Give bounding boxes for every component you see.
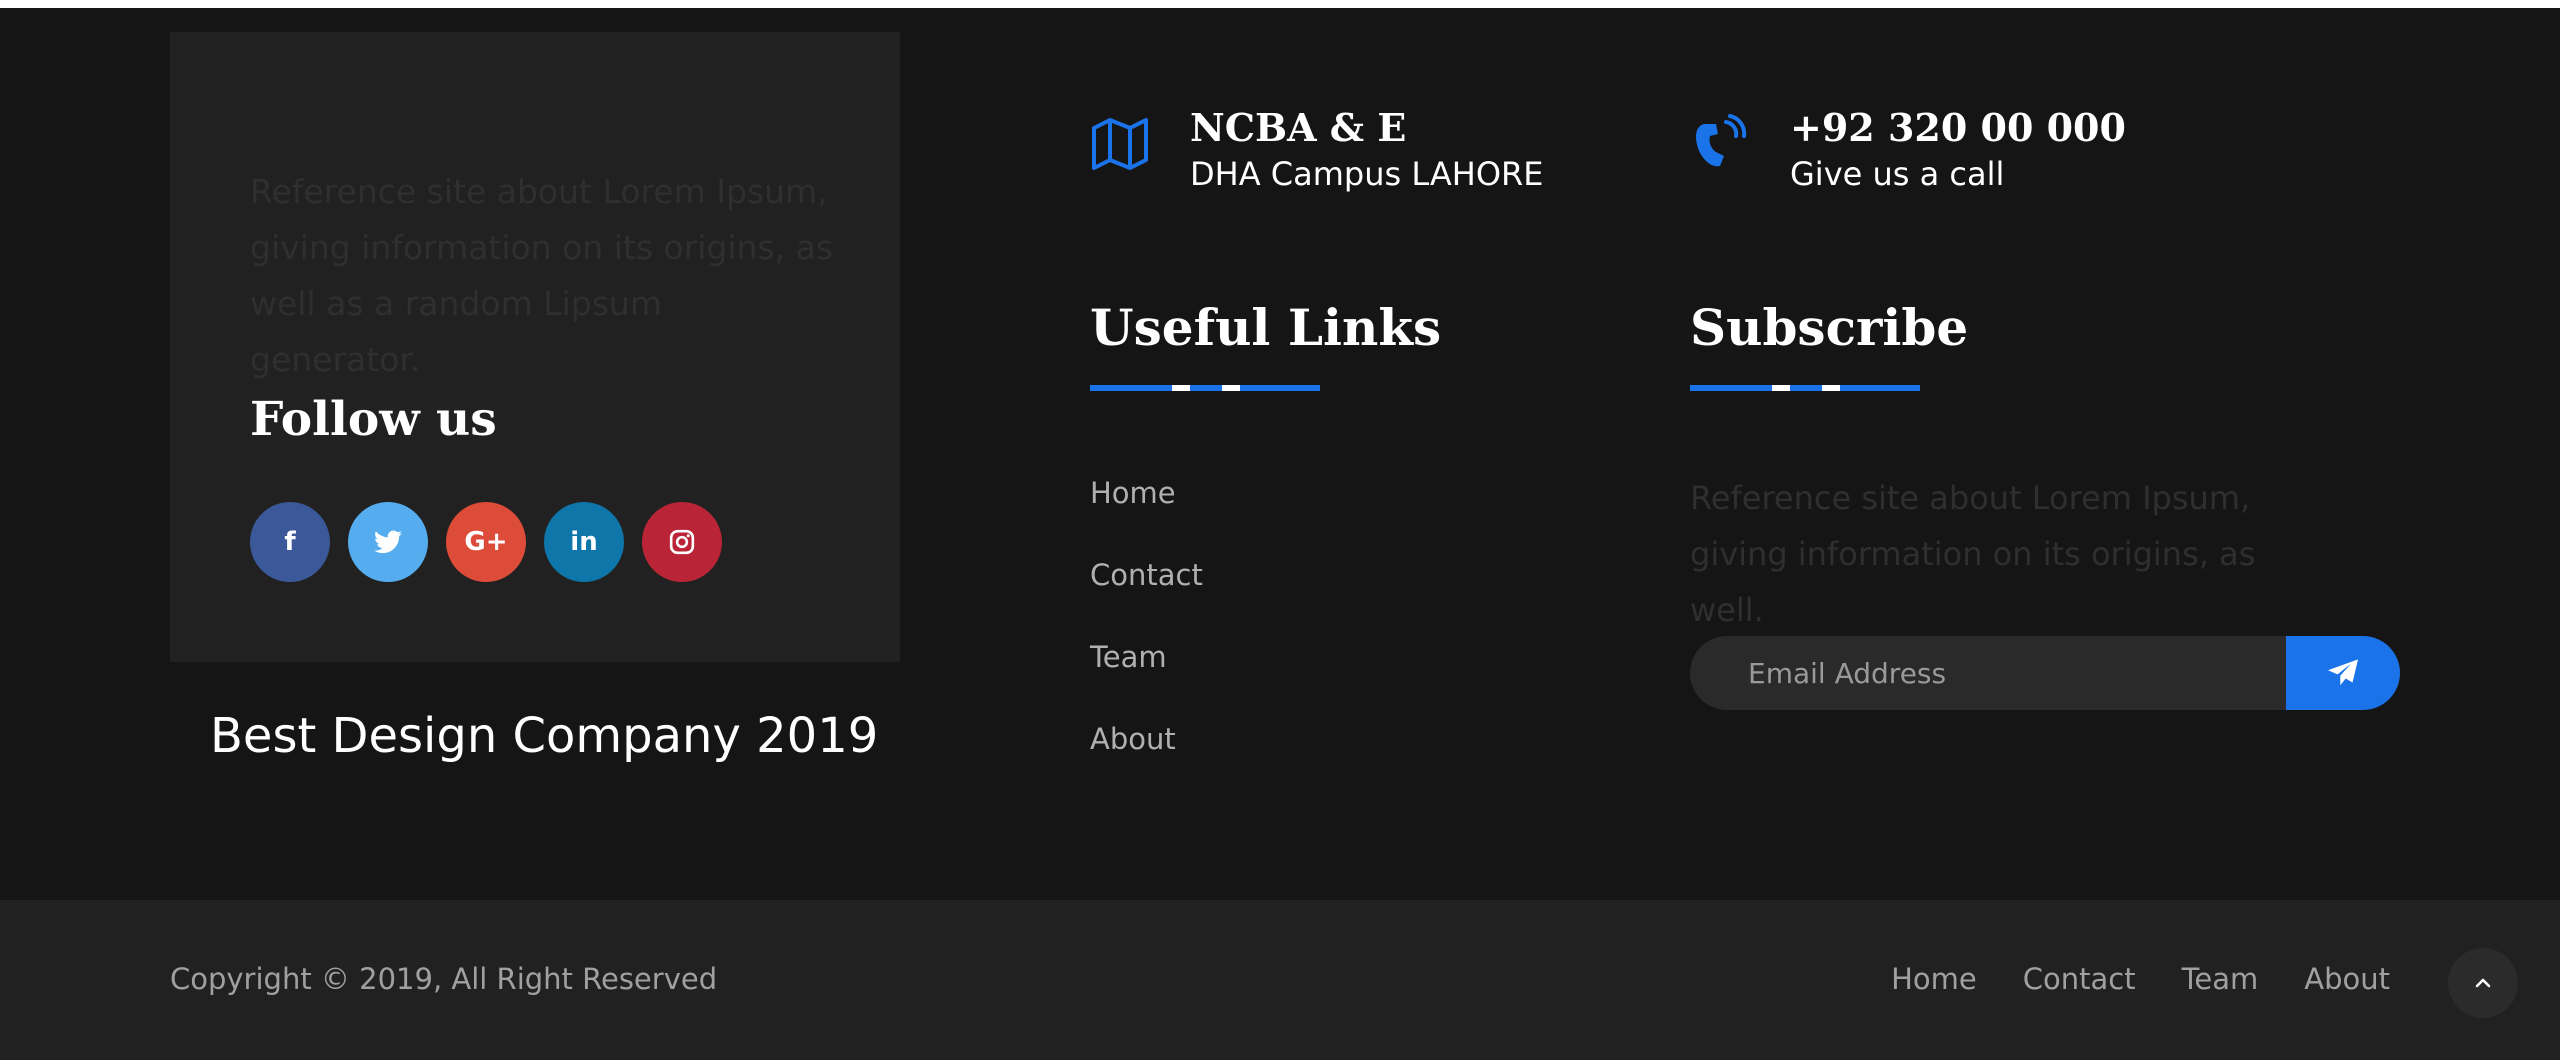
follow-title: Follow us	[250, 392, 497, 447]
map-icon	[1092, 118, 1148, 170]
subscribe-underline	[1690, 385, 1920, 391]
phone-icon	[1696, 114, 1747, 167]
phone-sub: Give us a call	[1790, 155, 2005, 193]
top-border	[0, 0, 2560, 8]
facebook-button[interactable]: f	[250, 502, 330, 582]
about-panel: Reference site about Lorem Ipsum, giving…	[170, 32, 900, 662]
twitter-icon	[374, 530, 402, 554]
bottom-link-contact[interactable]: Contact	[2023, 962, 2136, 996]
address-title: NCBA & E	[1190, 105, 1407, 150]
copyright-text: Copyright © 2019, All Right Reserved	[170, 962, 718, 996]
about-text: Reference site about Lorem Ipsum, giving…	[250, 172, 834, 379]
bottom-nav: Home Contact Team About	[1891, 962, 2390, 996]
google-plus-button[interactable]: G+	[446, 502, 526, 582]
phone-block: +92 320 00 000 Give us a call	[1690, 104, 2126, 196]
useful-links-list: Home Contact Team About	[1090, 468, 1203, 796]
google-plus-icon: G+	[464, 527, 508, 557]
bottom-link-about[interactable]: About	[2304, 962, 2390, 996]
useful-links-title: Useful Links	[1090, 298, 1442, 357]
link-about[interactable]: About	[1090, 714, 1203, 796]
twitter-button[interactable]	[348, 502, 428, 582]
social-links: f G+ in	[250, 502, 722, 582]
bottom-link-home[interactable]: Home	[1891, 962, 1977, 996]
instagram-icon	[669, 529, 695, 555]
linkedin-button[interactable]: in	[544, 502, 624, 582]
instagram-button[interactable]	[642, 502, 722, 582]
link-team[interactable]: Team	[1090, 632, 1203, 714]
address-block: NCBA & E DHA Campus LAHORE	[1090, 104, 1543, 196]
bottom-link-team[interactable]: Team	[2182, 962, 2259, 996]
bottom-bar: Copyright © 2019, All Right Reserved Hom…	[0, 900, 2560, 1060]
email-input[interactable]	[1690, 636, 2286, 710]
chevron-up-icon	[2475, 978, 2491, 988]
paper-plane-icon	[2328, 659, 2358, 686]
address-sub: DHA Campus LAHORE	[1190, 155, 1544, 193]
useful-links-underline	[1090, 385, 1320, 391]
send-button[interactable]	[2286, 636, 2400, 710]
link-home[interactable]: Home	[1090, 468, 1203, 550]
footer-main: Reference site about Lorem Ipsum, giving…	[0, 8, 2560, 900]
subscribe-text: Reference site about Lorem Ipsum, giving…	[1690, 479, 2256, 629]
facebook-icon: f	[284, 527, 296, 557]
subscribe-title: Subscribe	[1690, 298, 1969, 357]
link-contact[interactable]: Contact	[1090, 550, 1203, 632]
award-text: Best Design Company 2019	[210, 708, 879, 764]
linkedin-icon: in	[570, 527, 598, 557]
phone-title: +92 320 00 000	[1790, 105, 2126, 150]
subscribe-form	[1690, 636, 2400, 710]
back-to-top-button[interactable]	[2448, 948, 2518, 1018]
